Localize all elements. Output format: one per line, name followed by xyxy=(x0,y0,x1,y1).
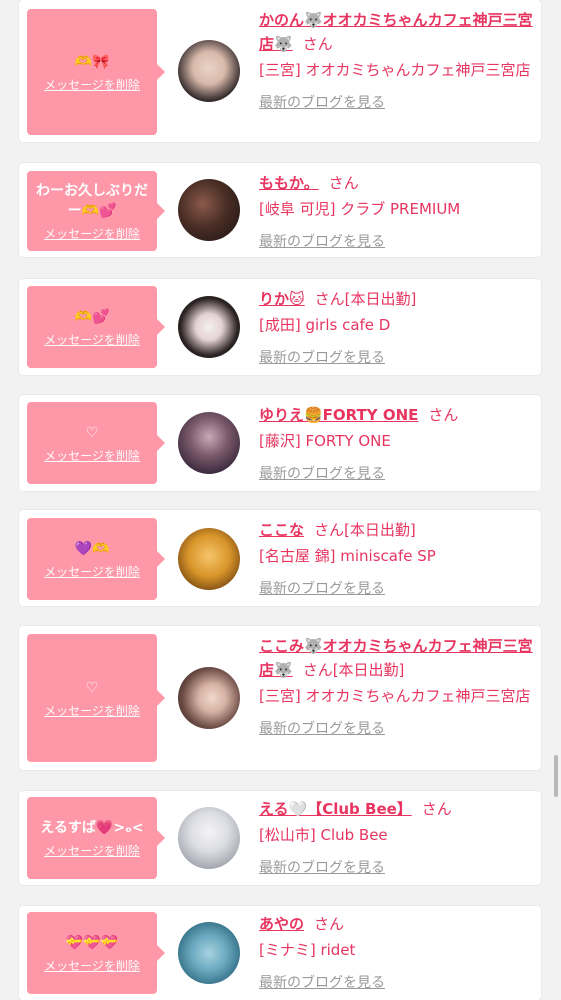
cast-name-link[interactable]: ここな xyxy=(259,521,304,539)
shop-info: [三宮] オオカミちゃんカフェ神戸三宮店 xyxy=(259,61,531,79)
latest-blog-link[interactable]: 最新のブログを見る xyxy=(259,463,385,483)
message-bubble: 💜🫶 メッセージを削除 xyxy=(27,518,165,600)
avatar[interactable] xyxy=(178,412,240,474)
shop-info: [ミナミ] ridet xyxy=(259,941,356,959)
message-bubble: 🫶🎀 メッセージを削除 xyxy=(27,9,165,135)
attendance-tag: [本日出勤] xyxy=(332,661,405,679)
delete-message-link[interactable]: メッセージを削除 xyxy=(44,225,140,242)
latest-blog-link[interactable]: 最新のブログを見る xyxy=(259,857,385,877)
message-bubble: ♡ メッセージを削除 xyxy=(27,402,165,484)
cast-name-link[interactable]: りか🐱 xyxy=(259,290,305,308)
latest-blog-link[interactable]: 最新のブログを見る xyxy=(259,92,385,112)
avatar[interactable] xyxy=(178,179,240,241)
attendance-tag: [本日出勤] xyxy=(344,521,416,539)
avatar[interactable] xyxy=(178,40,240,102)
attendance-tag: [本日出勤] xyxy=(344,290,417,308)
latest-blog-link[interactable]: 最新のブログを見る xyxy=(259,347,385,367)
avatar[interactable] xyxy=(178,528,240,590)
avatar[interactable] xyxy=(178,296,240,358)
scrollbar[interactable] xyxy=(554,755,558,797)
delete-message-link[interactable]: メッセージを削除 xyxy=(44,957,140,974)
latest-blog-link[interactable]: 最新のブログを見る xyxy=(259,972,385,992)
delete-message-link[interactable]: メッセージを削除 xyxy=(44,447,140,464)
latest-blog-link[interactable]: 最新のブログを見る xyxy=(259,231,385,251)
message-card: ♡ メッセージを削除 ここみ🐺オオカミちゃんカフェ神戸三宮店🐺 さん[本日出勤] … xyxy=(19,626,541,770)
shop-info: [三宮] オオカミちゃんカフェ神戸三宮店 xyxy=(259,687,531,705)
message-card: 🫶💕 メッセージを削除 りか🐱 さん[本日出勤] [成田] girls cafe … xyxy=(19,279,541,375)
message-text: ♡ xyxy=(85,679,99,696)
cast-name-link[interactable]: ももか。 xyxy=(259,174,319,192)
message-text: ♡ xyxy=(85,424,99,441)
message-bubble: ♡ メッセージを削除 xyxy=(27,634,165,762)
honorific: さん xyxy=(314,290,345,308)
shop-info: [名古屋 錦] miniscafe SP xyxy=(259,547,436,565)
latest-blog-link[interactable]: 最新のブログを見る xyxy=(259,718,385,738)
cast-name-link[interactable]: える🤍【Club Bee】 xyxy=(259,800,412,818)
message-bubble: 🫶💕 メッセージを削除 xyxy=(27,286,165,368)
delete-message-link[interactable]: メッセージを削除 xyxy=(44,76,140,93)
message-text: 🫶🎀 xyxy=(74,53,110,70)
honorific: さん xyxy=(328,174,359,192)
shop-info: [成田] girls cafe D xyxy=(259,316,391,334)
shop-info: [藤沢] FORTY ONE xyxy=(259,432,391,450)
latest-blog-link[interactable]: 最新のブログを見る xyxy=(259,578,385,598)
message-card: えるすば💗>ₒ< メッセージを削除 える🤍【Club Bee】 さん [松山市] … xyxy=(19,791,541,885)
message-bubble: 💝💝💝 メッセージを削除 xyxy=(27,912,165,994)
shop-info: [岐阜 可児] クラブ PREMIUM xyxy=(259,200,461,218)
cast-name-link[interactable]: ゆりえ🍔FORTY ONE xyxy=(259,406,418,424)
delete-message-link[interactable]: メッセージを削除 xyxy=(44,842,140,859)
honorific: さん xyxy=(314,521,345,539)
message-card: わーお久しぶりだー🫶💕 メッセージを削除 ももか。 さん [岐阜 可児] クラブ … xyxy=(19,163,541,257)
message-bubble: わーお久しぶりだー🫶💕 メッセージを削除 xyxy=(27,171,165,251)
shop-info: [松山市] Club Bee xyxy=(259,826,388,844)
delete-message-link[interactable]: メッセージを削除 xyxy=(44,702,140,719)
message-card: 🫶🎀 メッセージを削除 かのん🐺オオカミちゃんカフェ神戸三宮店🐺 さん [三宮] … xyxy=(19,0,541,142)
message-card: 💝💝💝 メッセージを削除 あやの さん [ミナミ] ridet 最新のブログを見る xyxy=(19,906,541,1000)
cast-name-link[interactable]: かのん🐺オオカミちゃんカフェ神戸三宮店🐺 xyxy=(259,11,533,53)
delete-message-link[interactable]: メッセージを削除 xyxy=(44,331,140,348)
message-card: ♡ メッセージを削除 ゆりえ🍔FORTY ONE さん [藤沢] FORTY ON… xyxy=(19,395,541,491)
message-bubble: えるすば💗>ₒ< メッセージを削除 xyxy=(27,797,165,879)
message-text: 🫶💕 xyxy=(74,308,110,325)
honorific: さん xyxy=(302,661,333,679)
avatar[interactable] xyxy=(178,922,240,984)
message-card: 💜🫶 メッセージを削除 ここな さん[本日出勤] [名古屋 錦] miniscaf… xyxy=(19,510,541,606)
honorific: さん xyxy=(428,406,459,424)
honorific: さん xyxy=(302,35,333,53)
honorific: さん xyxy=(421,800,452,818)
message-text: わーお久しぶりだー🫶💕 xyxy=(36,182,148,219)
message-text: えるすば💗>ₒ< xyxy=(40,819,144,836)
avatar[interactable] xyxy=(178,807,240,869)
cast-name-link[interactable]: あやの xyxy=(259,915,304,933)
delete-message-link[interactable]: メッセージを削除 xyxy=(44,563,140,580)
message-text: 💜🫶 xyxy=(74,540,110,557)
message-text: 💝💝💝 xyxy=(65,934,119,951)
avatar[interactable] xyxy=(178,667,240,729)
honorific: さん xyxy=(314,915,345,933)
